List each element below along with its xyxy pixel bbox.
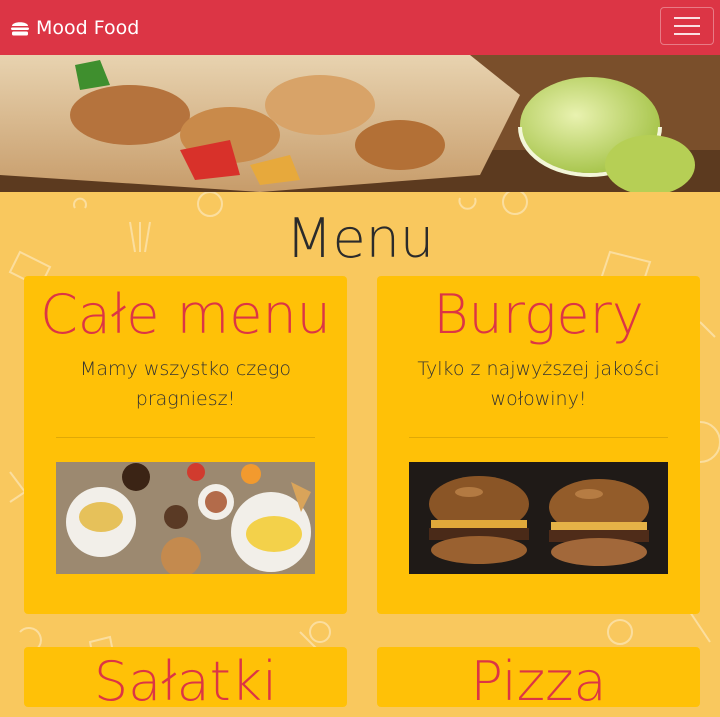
brand-link[interactable]: Mood Food <box>10 15 139 41</box>
brand-name: Mood Food <box>36 17 140 39</box>
card-description: Tylko z najwyższej jakości wołowiny! <box>417 358 660 410</box>
menu-card-burgers[interactable]: Burgery Tylko z najwyższej jakości wołow… <box>377 276 700 614</box>
hero-food-illustration <box>0 55 720 192</box>
card-divider <box>409 437 668 438</box>
section-title: Menu <box>285 207 435 270</box>
hero-image <box>0 55 720 192</box>
breakfast-photo <box>56 462 315 574</box>
hamburger-menu-icon <box>674 17 700 35</box>
card-title: Burgery <box>433 283 644 346</box>
card-description: Mamy wszystko czego pragniesz! <box>80 358 291 410</box>
menu-card-salads[interactable]: Sałatki <box>24 647 347 713</box>
card-divider <box>56 437 315 438</box>
navbar-toggler-button[interactable] <box>660 7 714 45</box>
card-image-breakfast[interactable] <box>56 462 315 574</box>
burger-icon <box>11 22 29 36</box>
burgers-photo <box>409 462 668 574</box>
card-title: Pizza <box>470 650 607 713</box>
card-title: Całe menu <box>40 283 331 346</box>
navbar: Mood Food <box>0 0 720 55</box>
menu-card-pizza[interactable]: Pizza <box>377 647 700 713</box>
menu-card-all[interactable]: Całe menu Mamy wszystko czego pragniesz! <box>24 276 347 614</box>
card-image-burgers[interactable] <box>409 462 668 574</box>
card-title: Sałatki <box>93 650 278 713</box>
